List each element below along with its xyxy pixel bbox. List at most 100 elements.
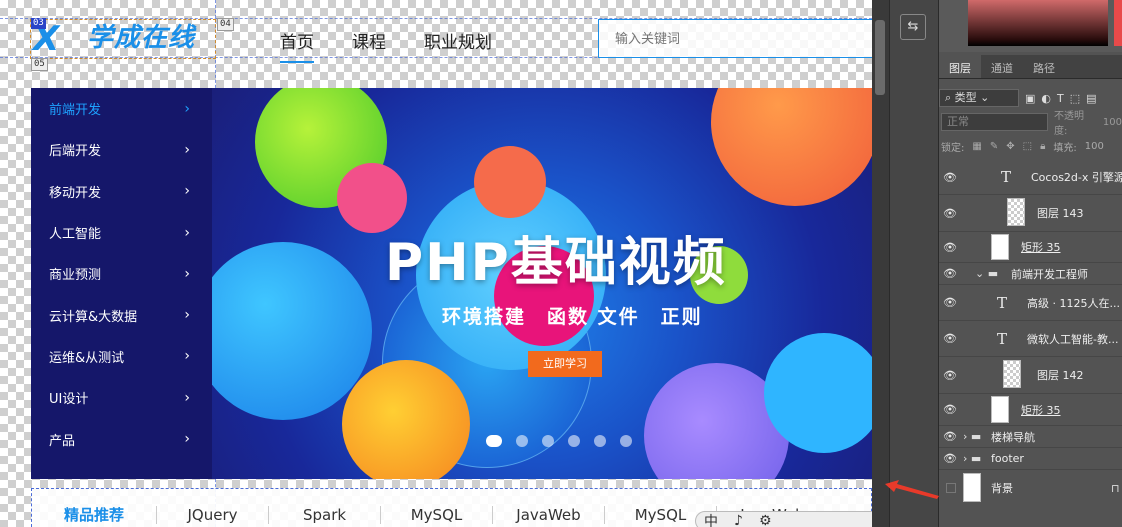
- layer-row[interactable]: 👁︎ T 微软人工智能-教...: [939, 321, 1122, 357]
- layer-name: 图层 143: [1037, 207, 1084, 220]
- layer-row[interactable]: 背景 ⊓: [939, 470, 1122, 506]
- opacity-value[interactable]: 100: [1103, 117, 1122, 128]
- layer-name: 楼梯导航: [991, 430, 1035, 444]
- canvas-scrollbar[interactable]: [872, 0, 889, 527]
- folder-icon: › ▬: [963, 452, 982, 465]
- logo-text: 学成在线: [87, 23, 196, 53]
- tab-paths[interactable]: 路径: [1023, 55, 1065, 78]
- carousel-dot[interactable]: [486, 435, 502, 447]
- fill-value[interactable]: 100: [1085, 141, 1104, 152]
- text-filter-icon[interactable]: T: [1057, 92, 1064, 105]
- nav-home[interactable]: 首页: [280, 28, 314, 63]
- lock-transparent-icon[interactable]: ▦: [972, 141, 981, 152]
- sidebar-item[interactable]: 产品 ›: [31, 418, 212, 459]
- recommend-link[interactable]: JavaWeb: [492, 506, 604, 524]
- smart-filter-icon[interactable]: ▤: [1086, 92, 1096, 105]
- eye-icon[interactable]: 👁︎: [941, 332, 959, 345]
- layer-row[interactable]: 👁︎ 矩形 35: [939, 232, 1122, 263]
- color-picker-field[interactable]: [968, 0, 1108, 46]
- blend-mode-value: 正常: [947, 115, 969, 128]
- color-panel[interactable]: [939, 0, 1122, 52]
- eye-icon[interactable]: 👁︎: [941, 430, 959, 443]
- ime-toolbar[interactable]: 中 ♪ ⚙: [695, 511, 872, 527]
- site-logo[interactable]: X 学成在线: [30, 19, 216, 59]
- layer-name: 矩形 35: [1021, 403, 1061, 417]
- sidebar-item[interactable]: 云计算&大数据 ›: [31, 294, 212, 335]
- nav-career[interactable]: 职业规划: [424, 28, 492, 63]
- hero-banner[interactable]: PHP基础视频 环境搭建 函数 文件 正则 立即学习: [212, 88, 872, 479]
- eye-icon[interactable]: 👁︎: [941, 171, 959, 184]
- recommend-link[interactable]: MySQL: [380, 506, 492, 524]
- layer-row[interactable]: 👁︎ 图层 142: [939, 357, 1122, 394]
- banner-circle: [342, 360, 470, 479]
- image-filter-icon[interactable]: ▣: [1025, 92, 1035, 105]
- sidebar-item[interactable]: 前端开发 ›: [31, 88, 212, 129]
- chevron-right-icon: ›: [184, 348, 190, 365]
- lock-artboard-icon[interactable]: ⬚: [1023, 141, 1032, 152]
- hue-slider[interactable]: [1114, 0, 1122, 46]
- adjust-filter-icon[interactable]: ◐: [1041, 92, 1051, 105]
- swap-icon[interactable]: ⇆: [900, 14, 926, 40]
- layer-filter-select[interactable]: ⌕ 类型 ⌄: [939, 89, 1019, 107]
- eye-icon[interactable]: 👁︎: [941, 296, 959, 309]
- recommend-link[interactable]: JQuery: [156, 506, 268, 524]
- layer-name: footer: [991, 452, 1024, 465]
- sidebar-item[interactable]: 人工智能 ›: [31, 212, 212, 253]
- search-box: [598, 19, 872, 58]
- chevron-right-icon: ›: [184, 183, 190, 200]
- carousel-dot[interactable]: [516, 435, 528, 447]
- eye-icon[interactable]: 👁︎: [941, 207, 959, 220]
- layer-row[interactable]: 👁︎ T Cocos2d-x 引擎源...: [939, 160, 1122, 195]
- carousel-dot[interactable]: [594, 435, 606, 447]
- shape-filter-icon[interactable]: ⬚: [1070, 92, 1080, 105]
- design-canvas[interactable]: X 学成在线 03 04 05 首页 课程 职业规划 前端开发 › 后端开发 › 移…: [0, 0, 872, 527]
- main-nav: 首页 课程 职业规划: [280, 28, 530, 63]
- carousel-dot[interactable]: [620, 435, 632, 447]
- sidebar-item[interactable]: 后端开发 ›: [31, 129, 212, 170]
- ime-sound-icon[interactable]: ♪: [734, 513, 743, 527]
- layer-group-row[interactable]: 👁︎ ⌄ ▬ 前端开发工程师: [939, 263, 1122, 285]
- layer-name: 图层 142: [1037, 369, 1084, 382]
- eye-icon[interactable]: 👁︎: [941, 452, 959, 465]
- sidebar-item-label: 后端开发: [49, 144, 102, 160]
- sidebar-item[interactable]: 运维&从测试 ›: [31, 336, 212, 377]
- tab-layers[interactable]: 图层: [939, 55, 981, 78]
- layer-name: 矩形 35: [1021, 241, 1061, 254]
- carousel-dot[interactable]: [542, 435, 554, 447]
- layer-group-row[interactable]: 👁︎ › ▬ footer: [939, 448, 1122, 470]
- carousel-dot[interactable]: [568, 435, 580, 447]
- sidebar-item[interactable]: UI设计 ›: [31, 377, 212, 418]
- layer-name: 前端开发工程师: [1011, 267, 1088, 281]
- ime-lang-icon[interactable]: 中: [704, 511, 718, 527]
- banner-subtitle: 环境搭建 函数 文件 正则: [442, 306, 703, 328]
- recommend-link[interactable]: Spark: [268, 506, 380, 524]
- eye-icon[interactable]: 👁︎: [941, 369, 959, 382]
- eye-icon[interactable]: 👁︎: [941, 403, 959, 416]
- blend-row: 正常 不透明度: 100: [939, 109, 1122, 137]
- eye-icon[interactable]: 👁︎: [941, 267, 959, 280]
- layer-row[interactable]: 👁︎ 矩形 35: [939, 394, 1122, 426]
- sidebar-item[interactable]: 移动开发 ›: [31, 171, 212, 212]
- layer-name: 微软人工智能-教...: [1027, 332, 1119, 346]
- sidebar-item[interactable]: 商业预测 ›: [31, 253, 212, 294]
- ime-settings-icon[interactable]: ⚙: [759, 513, 772, 527]
- nav-courses[interactable]: 课程: [352, 28, 386, 63]
- visibility-toggle[interactable]: [946, 483, 956, 493]
- sidebar-item-label: 产品: [49, 433, 76, 449]
- scrollbar-thumb[interactable]: [875, 20, 885, 95]
- lock-move-icon[interactable]: ✥: [1006, 141, 1014, 152]
- lock-all-icon[interactable]: 🔒︎: [1040, 141, 1045, 152]
- layer-row[interactable]: 👁︎ 图层 143: [939, 195, 1122, 232]
- eye-icon[interactable]: 👁︎: [941, 241, 959, 254]
- search-input[interactable]: [599, 20, 872, 57]
- banner-circle: [474, 146, 546, 218]
- blend-mode-select[interactable]: 正常: [941, 113, 1048, 131]
- tab-channels[interactable]: 通道: [981, 55, 1023, 78]
- layer-thumbnail: [1007, 198, 1025, 226]
- panel-tabs: 图层 通道 路径: [939, 55, 1122, 79]
- layer-thumbnail: [963, 473, 981, 502]
- learn-now-button[interactable]: 立即学习: [528, 351, 602, 377]
- layer-group-row[interactable]: 👁︎ › ▬ 楼梯导航: [939, 426, 1122, 448]
- lock-brush-icon[interactable]: ✎: [990, 141, 998, 152]
- layer-row[interactable]: 👁︎ T 高级 · 1125人在...: [939, 285, 1122, 321]
